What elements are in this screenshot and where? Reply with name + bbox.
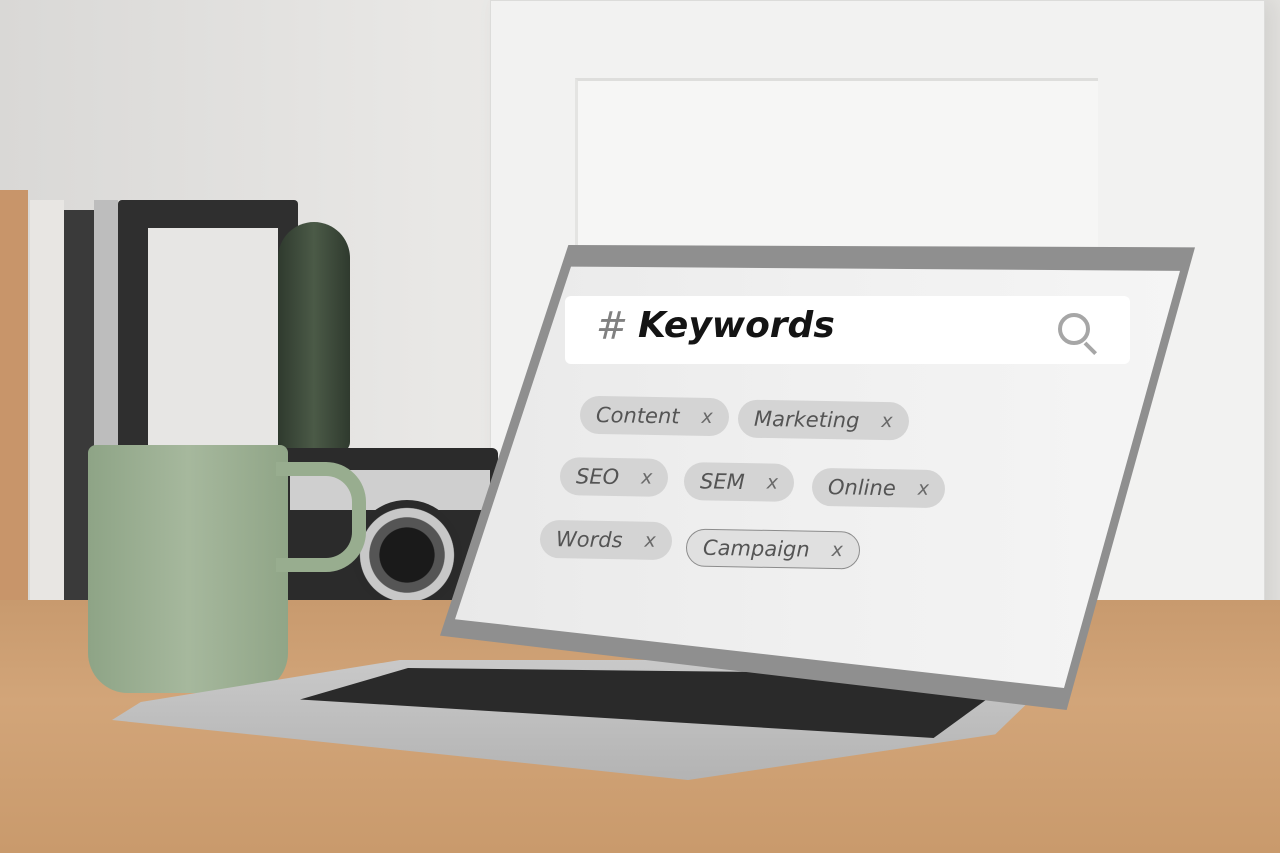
mug-handle bbox=[276, 462, 366, 572]
green-mug bbox=[88, 445, 288, 693]
remove-tag-icon[interactable]: x bbox=[641, 466, 653, 488]
remove-tag-icon[interactable]: x bbox=[918, 478, 930, 500]
remove-tag-icon[interactable]: x bbox=[644, 530, 656, 552]
tag-label: SEO bbox=[575, 464, 620, 490]
book bbox=[30, 200, 64, 610]
tag-online[interactable]: Online x bbox=[811, 467, 946, 509]
tag-label: Campaign bbox=[702, 535, 810, 562]
tag-label: Online bbox=[827, 475, 896, 501]
remove-tag-icon[interactable]: x bbox=[767, 471, 779, 493]
tag-seo[interactable]: SEO x bbox=[559, 457, 669, 497]
remove-tag-icon[interactable]: x bbox=[701, 406, 713, 428]
photo-scene: # Keywords Content x Marketing x SEO x S… bbox=[0, 0, 1280, 853]
tag-content[interactable]: Content x bbox=[579, 395, 730, 437]
remove-tag-icon[interactable]: x bbox=[831, 539, 843, 561]
tag-label: SEM bbox=[699, 469, 745, 495]
tag-sem[interactable]: SEM x bbox=[683, 462, 795, 502]
remove-tag-icon[interactable]: x bbox=[881, 410, 893, 432]
search-icon[interactable] bbox=[1058, 313, 1090, 345]
tag-label: Marketing bbox=[753, 406, 860, 433]
tag-label: Words bbox=[555, 527, 623, 553]
tag-words[interactable]: Words x bbox=[539, 519, 673, 561]
book bbox=[0, 190, 28, 610]
tag-marketing[interactable]: Marketing x bbox=[737, 399, 909, 441]
tag-label: Content bbox=[595, 402, 680, 429]
tag-campaign[interactable]: Campaign x bbox=[685, 528, 861, 570]
cactus-plant bbox=[278, 222, 350, 452]
camera-lens bbox=[352, 500, 462, 610]
search-title: Keywords bbox=[638, 305, 835, 346]
hash-symbol: # bbox=[596, 304, 628, 348]
